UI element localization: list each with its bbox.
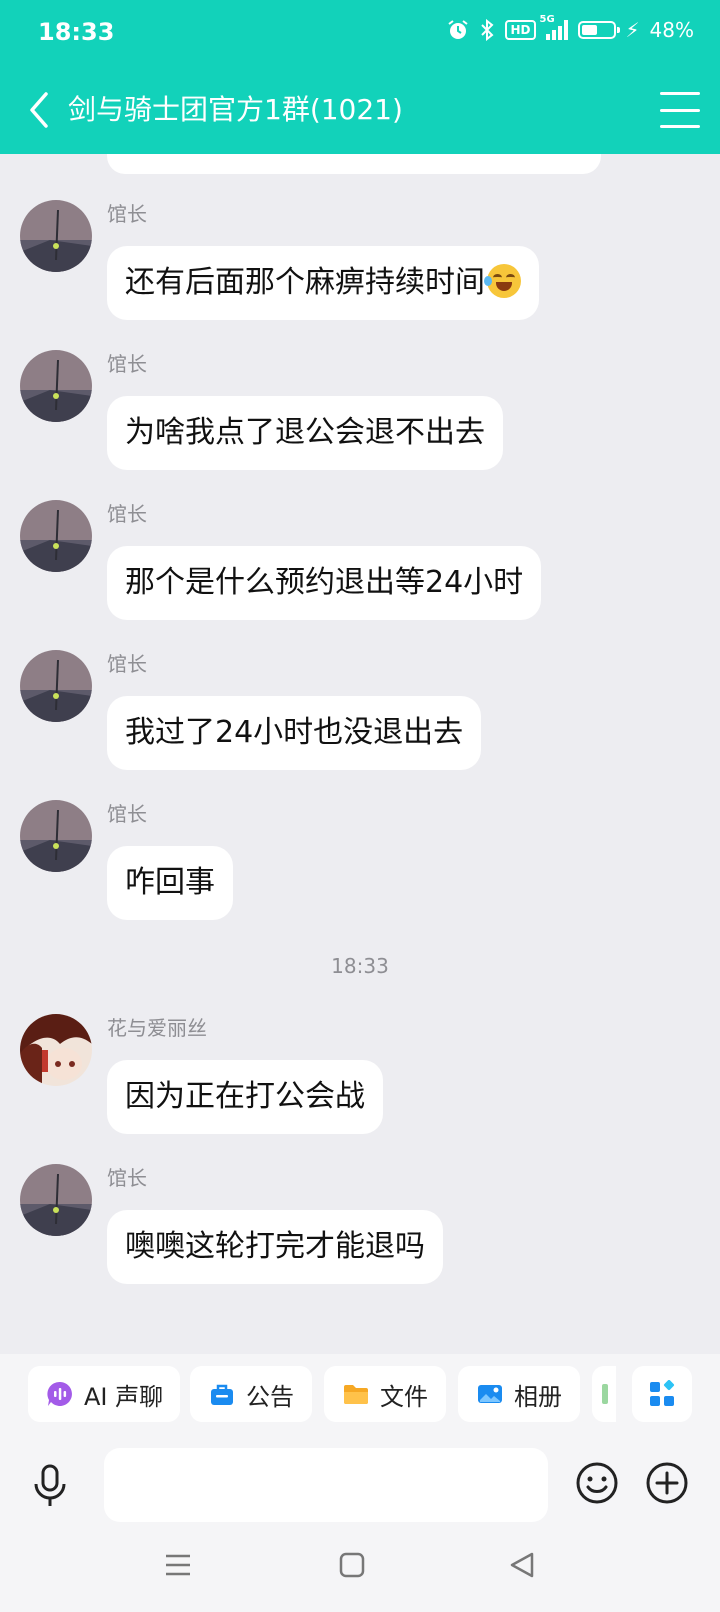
chip-label: 公告 [246, 1382, 294, 1411]
message-text: 为啥我点了退公会退不出去 [125, 415, 485, 450]
message-bubble[interactable]: 为啥我点了退公会退不出去 [107, 396, 503, 470]
announcement-button[interactable]: 公告 [190, 1366, 312, 1422]
avatar[interactable] [20, 200, 92, 272]
network-label: 5G [539, 14, 555, 25]
message-bubble[interactable]: 因为正在打公会战 [107, 1060, 383, 1134]
microphone-icon[interactable] [28, 1462, 72, 1510]
back-nav-icon[interactable] [508, 1550, 536, 1584]
avatar[interactable] [20, 1014, 92, 1086]
message-bubble[interactable]: 咋回事 [107, 846, 233, 920]
apps-grid-icon [650, 1380, 675, 1406]
sender-name: 花与爱丽丝 [107, 1016, 207, 1040]
group-title: 剑与骑士团官方1群(1021) [68, 93, 403, 126]
battery-icon [577, 21, 620, 39]
sender-name: 馆长 [107, 802, 147, 826]
more-chip-edge[interactable] [592, 1366, 616, 1422]
back-icon[interactable] [24, 90, 54, 130]
bottom-bar: AI 声聊 公告 文件 相册 [0, 1354, 720, 1612]
message-bubble[interactable]: 我过了24小时也没退出去 [107, 696, 482, 770]
avatar[interactable] [20, 1164, 92, 1236]
message-text: 咋回事 [125, 865, 215, 900]
status-bar: 18:33 HD 5G ⚡ 48% [0, 0, 720, 64]
announcement-icon [208, 1380, 236, 1408]
signal-icon: 5G [540, 14, 568, 40]
message-text: 噢噢这轮打完才能退吗 [125, 1229, 425, 1264]
status-icons: HD 5G ⚡ 48% [447, 14, 694, 42]
system-nav-bar [0, 1540, 720, 1600]
message-text: 因为正在打公会战 [125, 1079, 365, 1114]
alarm-icon [448, 20, 469, 39]
ai-voice-chat-button[interactable]: AI 声聊 [28, 1366, 180, 1422]
plus-icon[interactable] [644, 1460, 690, 1506]
bluetooth-icon [481, 19, 494, 41]
previous-bubble [107, 154, 601, 174]
message-text: 那个是什么预约退出等24小时 [125, 565, 524, 600]
sender-name: 馆长 [107, 352, 147, 376]
sender-name: 馆长 [107, 502, 147, 526]
battery-percent: 48% [649, 18, 694, 42]
message-input[interactable] [104, 1448, 548, 1522]
chip-label: 文件 [380, 1382, 428, 1411]
ai-voice-icon [46, 1380, 74, 1408]
charging-icon: ⚡ [625, 18, 640, 42]
message-text: 还有后面那个麻痹持续时间 [125, 265, 485, 300]
top-bar: 18:33 HD 5G ⚡ 48% 剑与骑士团官方1群(1021) [0, 0, 720, 154]
sender-name: 馆长 [107, 652, 147, 676]
nav-bar: 剑与骑士团官方1群(1021) [0, 82, 720, 138]
chip-label: AI 声聊 [84, 1382, 164, 1411]
apps-button[interactable] [632, 1366, 692, 1422]
album-button[interactable]: 相册 [458, 1366, 580, 1422]
timestamp: 18:33 [331, 954, 389, 978]
emoji-icon[interactable] [574, 1460, 620, 1506]
message-text: 我过了24小时也没退出去 [125, 715, 464, 750]
sender-name: 馆长 [107, 202, 147, 226]
laughing-crying-emoji-icon [484, 263, 521, 298]
recent-apps-icon[interactable] [164, 1550, 192, 1584]
avatar[interactable] [20, 650, 92, 722]
status-time: 18:33 [38, 18, 115, 46]
chip-label: 相册 [514, 1382, 562, 1411]
album-icon [476, 1380, 504, 1408]
avatar[interactable] [20, 500, 92, 572]
message-bubble[interactable]: 那个是什么预约退出等24小时 [107, 546, 542, 620]
input-row [0, 1444, 720, 1524]
menu-icon[interactable] [660, 92, 700, 128]
files-button[interactable]: 文件 [324, 1366, 446, 1422]
avatar[interactable] [20, 800, 92, 872]
folder-icon [342, 1380, 370, 1408]
chat-area[interactable]: 馆长 还有后面那个麻痹持续时间 馆长 为啥我点了退公会退不出去 馆长 那个是什么… [0, 154, 720, 1354]
home-icon[interactable] [338, 1550, 366, 1584]
message-bubble[interactable]: 噢噢这轮打完才能退吗 [107, 1210, 443, 1284]
avatar[interactable] [20, 350, 92, 422]
message-bubble[interactable]: 还有后面那个麻痹持续时间 [107, 246, 539, 320]
hd-badge: HD [505, 20, 536, 40]
sender-name: 馆长 [107, 1166, 147, 1190]
quick-actions: AI 声聊 公告 文件 相册 [0, 1364, 720, 1424]
